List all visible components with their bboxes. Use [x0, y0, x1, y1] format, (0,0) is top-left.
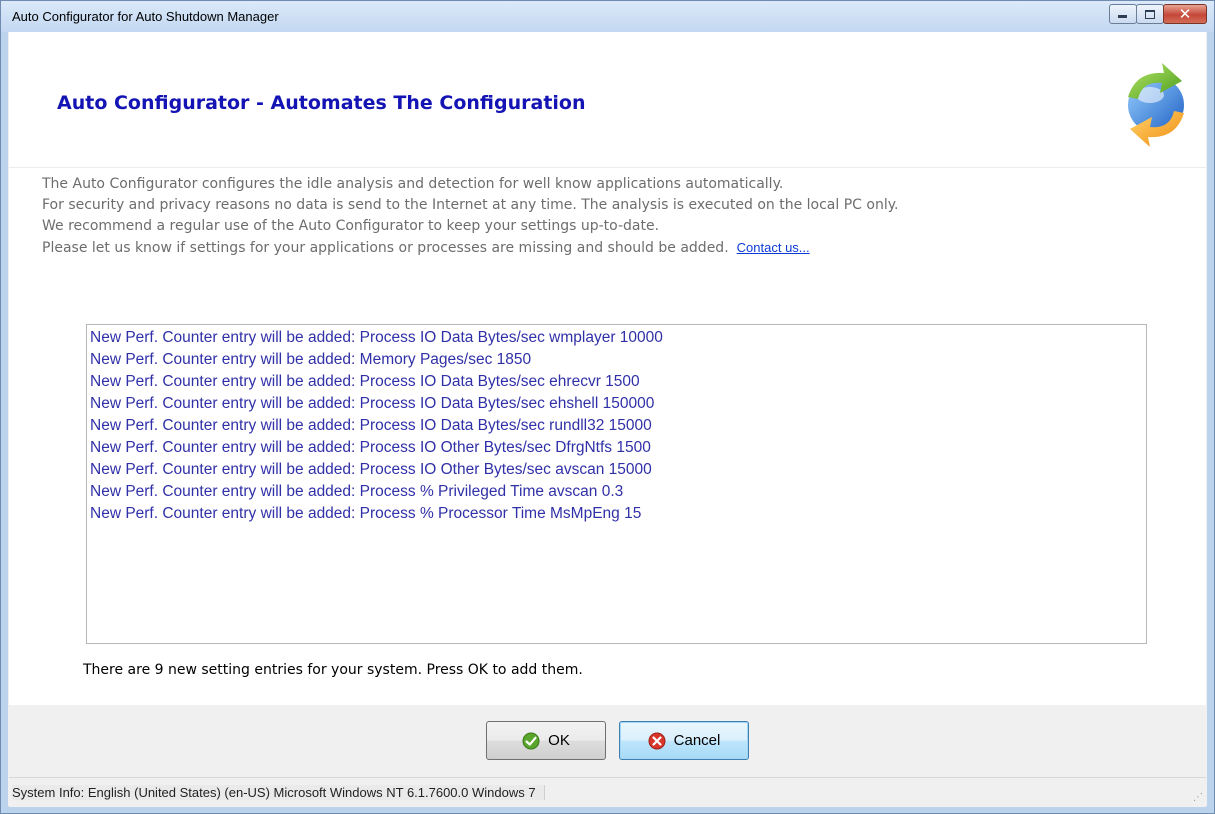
cancel-button[interactable]: Cancel [619, 721, 749, 760]
app-window: Auto Configurator for Auto Shutdown Mana… [0, 0, 1215, 814]
page-title: Auto Configurator - Automates The Config… [57, 92, 586, 114]
ok-button[interactable]: OK [486, 721, 606, 760]
close-circle-icon [648, 732, 666, 749]
close-button[interactable]: ✕ [1163, 4, 1207, 24]
intro-text: The Auto Configurator configures the idl… [42, 174, 1192, 259]
list-item[interactable]: New Perf. Counter entry will be added: P… [87, 437, 1146, 459]
list-item[interactable]: New Perf. Counter entry will be added: P… [87, 481, 1146, 503]
checkmark-icon [522, 732, 540, 749]
status-bar: System Info: English (United States) (en… [9, 777, 1206, 807]
system-info-text: System Info: English (United States) (en… [12, 785, 545, 800]
title-bar[interactable]: Auto Configurator for Auto Shutdown Mana… [1, 1, 1214, 32]
contact-us-link[interactable]: Contact us... [737, 240, 810, 255]
intro-line: For security and privacy reasons no data… [42, 197, 899, 213]
list-item[interactable]: New Perf. Counter entry will be added: P… [87, 503, 1146, 525]
intro-line: We recommend a regular use of the Auto C… [42, 218, 660, 234]
list-item[interactable]: New Perf. Counter entry will be added: P… [87, 327, 1146, 349]
list-item[interactable]: New Perf. Counter entry will be added: M… [87, 349, 1146, 371]
maximize-icon [1145, 10, 1155, 19]
list-item[interactable]: New Perf. Counter entry will be added: P… [87, 459, 1146, 481]
window-controls: ✕ [1109, 4, 1207, 24]
list-item[interactable]: New Perf. Counter entry will be added: P… [87, 415, 1146, 437]
list-item[interactable]: New Perf. Counter entry will be added: P… [87, 393, 1146, 415]
refresh-arrows-icon [1128, 63, 1184, 147]
dialog-body: Auto Configurator - Automates The Config… [9, 32, 1206, 777]
intro-line-with-link: Please let us know if settings for your … [42, 237, 1192, 259]
intro-line: Please let us know if settings for your … [42, 240, 729, 256]
cancel-label: Cancel [673, 732, 721, 749]
minimize-icon [1118, 15, 1127, 18]
close-icon: ✕ [1178, 5, 1192, 23]
maximize-button[interactable] [1136, 4, 1164, 24]
intro-line: The Auto Configurator configures the idl… [42, 176, 784, 192]
minimize-button[interactable] [1109, 4, 1137, 24]
summary-text: There are 9 new setting entries for your… [83, 662, 583, 678]
button-bar: OK Cancel [9, 705, 1206, 777]
ok-label: OK [548, 732, 570, 749]
resize-grip-icon[interactable]: ⋰ [1193, 792, 1203, 803]
entries-listbox[interactable]: New Perf. Counter entry will be added: P… [86, 324, 1147, 644]
header-band: Auto Configurator - Automates The Config… [9, 32, 1206, 168]
window-title: Auto Configurator for Auto Shutdown Mana… [12, 9, 279, 24]
list-item[interactable]: New Perf. Counter entry will be added: P… [87, 371, 1146, 393]
